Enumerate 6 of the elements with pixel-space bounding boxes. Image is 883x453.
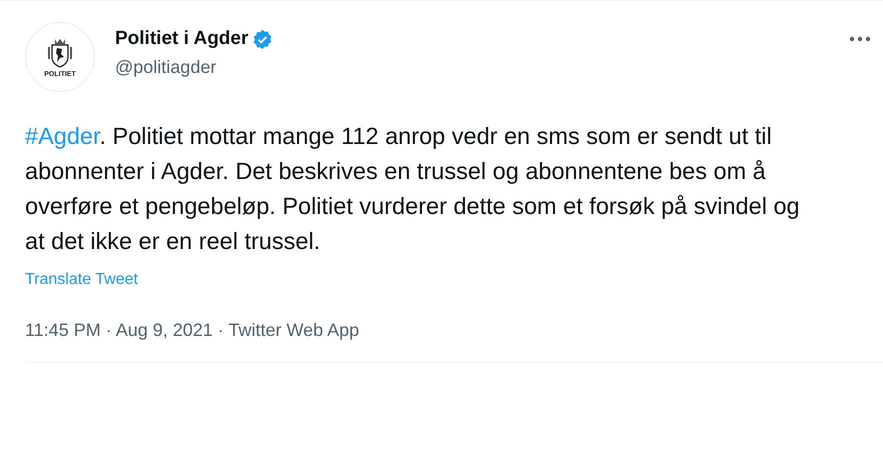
tweet-timestamp: 11:45 PM · Aug 9, 2021 · Twitter Web App [25,320,360,341]
crest-icon [47,36,73,68]
more-icon[interactable] [849,36,871,42]
account-handle[interactable]: @politiagder [115,57,216,78]
tweet-text: #Agder. Politiet mottar mange 112 anrop vedr en sms som er sendt ut til abonnenter i Agder. Det beskrives en trussel og abonnentene bes om å overføre et pengebeløp. Politiet vurderer dette som et forsøk på svindel og at det ikke er en reel trussel. [25,122,801,256]
account-name[interactable]: Politiet i Agder [115,28,248,50]
